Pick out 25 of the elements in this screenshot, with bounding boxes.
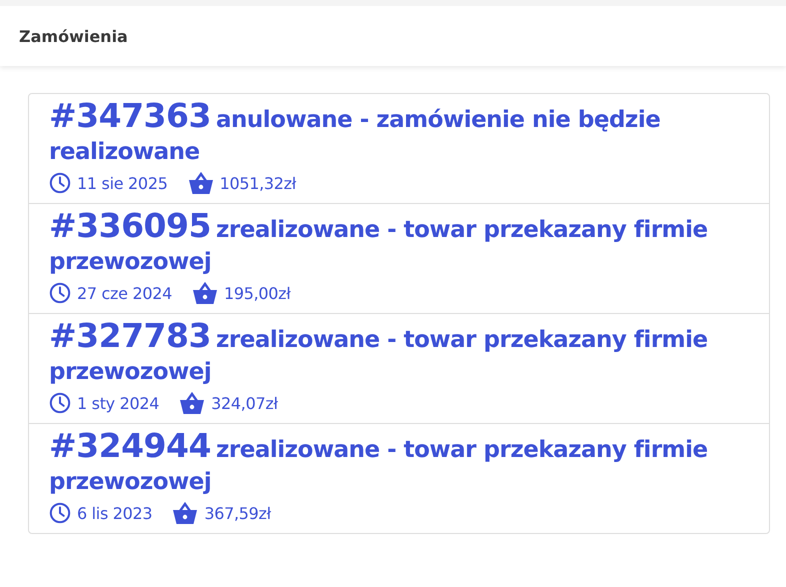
order-date: 11 sie 2025	[77, 174, 168, 192]
basket-icon	[188, 171, 214, 195]
clock-icon	[49, 502, 71, 524]
basket-icon	[179, 391, 206, 415]
order-date: 1 sty 2024	[77, 394, 160, 412]
clock-icon	[49, 172, 71, 194]
order-total: 324,07zł	[211, 394, 278, 412]
order-title: #327783 zrealizowane - towar przekazany firmie przewozowej	[49, 321, 709, 387]
order-total: 1051,32zł	[220, 174, 296, 192]
order-total: 195,00zł	[224, 284, 291, 302]
order-item[interactable]: #324944 zrealizowane - towar przekazany firmie przewozowej 6 lis 2023 367,59zł	[29, 424, 769, 533]
order-item[interactable]: #327783 zrealizowane - towar przekazany firmie przewozowej 1 sty 2024 324,07zł	[29, 314, 769, 424]
order-date: 27 cze 2024	[77, 284, 172, 302]
order-title: #347363 anulowane - zamówienie nie będzie realizowane	[49, 101, 662, 167]
order-title: #336095 zrealizowane - towar przekazany firmie przewozowej	[49, 211, 709, 277]
basket-icon	[172, 501, 198, 525]
clock-icon	[49, 392, 71, 414]
order-total: 367,59zł	[204, 504, 271, 522]
order-item[interactable]: #336095 zrealizowane - towar przekazany firmie przewozowej 27 cze 2024 195,00zł	[29, 204, 769, 314]
order-date: 6 lis 2023	[77, 504, 152, 522]
order-title: #324944 zrealizowane - towar przekazany firmie przewozowej	[49, 431, 709, 497]
page-title: Zamówienia	[19, 26, 128, 46]
order-item[interactable]: #347363 anulowane - zamówienie nie będzie realizowane 11 sie 2025 1051,32zł	[29, 94, 769, 204]
basket-icon	[192, 281, 218, 305]
clock-icon	[49, 282, 71, 304]
